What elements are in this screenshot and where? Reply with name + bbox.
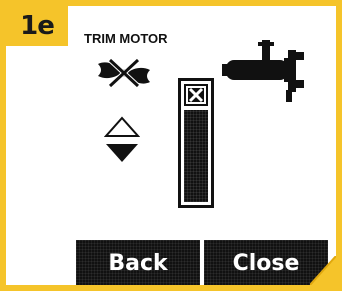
- corner-fold-decoration: [310, 256, 336, 285]
- propeller-disabled-icon: [98, 58, 150, 88]
- trolling-motor-icon: [222, 40, 304, 102]
- triangle-up-icon[interactable]: [104, 116, 140, 138]
- trim-gauge: [178, 78, 214, 208]
- x-box-icon[interactable]: [184, 84, 208, 106]
- trim-gauge-track: [184, 110, 208, 202]
- page-title: TRIM MOTOR: [84, 31, 168, 46]
- instruction-panel: 1e TRIM MOTOR Back Close: [6, 6, 336, 285]
- back-button[interactable]: Back: [76, 240, 200, 285]
- triangle-down-icon[interactable]: [104, 142, 140, 164]
- step-badge: 1e: [6, 6, 68, 46]
